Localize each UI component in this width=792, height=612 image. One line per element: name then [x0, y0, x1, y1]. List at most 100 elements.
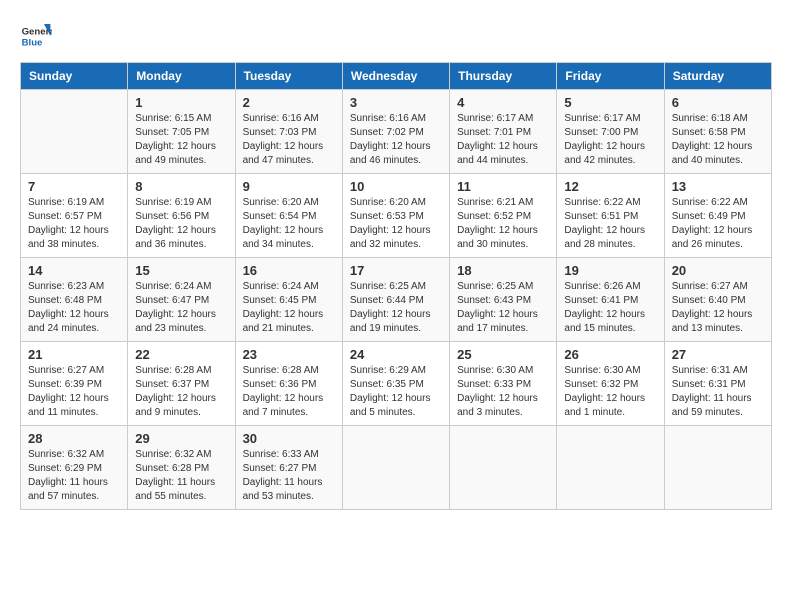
calendar-cell: 23 Sunrise: 6:28 AM Sunset: 6:36 PM Dayli… [235, 342, 342, 426]
calendar-cell: 21 Sunrise: 6:27 AM Sunset: 6:39 PM Dayli… [21, 342, 128, 426]
day-number: 12 [564, 179, 656, 194]
day-number: 9 [243, 179, 335, 194]
day-info: Sunrise: 6:21 AM Sunset: 6:52 PM Dayligh… [457, 196, 549, 252]
day-number: 8 [135, 179, 227, 194]
calendar-cell: 18 Sunrise: 6:25 AM Sunset: 6:43 PM Dayli… [450, 258, 557, 342]
calendar-week-row: 14Sunrise: 6:23 AM Sunset: 6:48 PM Dayli… [21, 258, 772, 342]
day-info: Sunrise: 6:32 AM Sunset: 6:29 PM Dayligh… [28, 448, 120, 504]
calendar-cell [342, 426, 449, 510]
day-number: 1 [135, 95, 227, 110]
day-number: 28 [28, 431, 120, 446]
calendar-cell: 14Sunrise: 6:23 AM Sunset: 6:48 PM Dayli… [21, 258, 128, 342]
calendar-cell: 28 Sunrise: 6:32 AM Sunset: 6:29 PM Dayli… [21, 426, 128, 510]
calendar-cell: 25 Sunrise: 6:30 AM Sunset: 6:33 PM Dayli… [450, 342, 557, 426]
calendar-week-row: 1 Sunrise: 6:15 AM Sunset: 7:05 PM Daylig… [21, 90, 772, 174]
day-info: Sunrise: 6:17 AM Sunset: 7:01 PM Dayligh… [457, 112, 549, 168]
calendar-cell: 1 Sunrise: 6:15 AM Sunset: 7:05 PM Daylig… [128, 90, 235, 174]
day-info: Sunrise: 6:24 AM Sunset: 6:45 PM Dayligh… [243, 280, 335, 336]
day-info: Sunrise: 6:30 AM Sunset: 6:32 PM Dayligh… [564, 364, 656, 420]
day-number: 18 [457, 263, 549, 278]
calendar-cell: 13 Sunrise: 6:22 AM Sunset: 6:49 PM Dayli… [664, 174, 771, 258]
day-info: Sunrise: 6:24 AM Sunset: 6:47 PM Dayligh… [135, 280, 227, 336]
day-number: 23 [243, 347, 335, 362]
day-info: Sunrise: 6:15 AM Sunset: 7:05 PM Dayligh… [135, 112, 227, 168]
logo-icon: General Blue [20, 20, 52, 52]
calendar-cell: 12 Sunrise: 6:22 AM Sunset: 6:51 PM Dayli… [557, 174, 664, 258]
day-number: 17 [350, 263, 442, 278]
calendar-week-row: 7Sunrise: 6:19 AM Sunset: 6:57 PM Daylig… [21, 174, 772, 258]
calendar-cell: 9 Sunrise: 6:20 AM Sunset: 6:54 PM Daylig… [235, 174, 342, 258]
header-day-saturday: Saturday [664, 63, 771, 90]
day-info: Sunrise: 6:20 AM Sunset: 6:54 PM Dayligh… [243, 196, 335, 252]
day-info: Sunrise: 6:22 AM Sunset: 6:49 PM Dayligh… [672, 196, 764, 252]
day-number: 5 [564, 95, 656, 110]
day-number: 6 [672, 95, 764, 110]
day-number: 4 [457, 95, 549, 110]
logo: General Blue [20, 20, 52, 52]
calendar-cell: 10 Sunrise: 6:20 AM Sunset: 6:53 PM Dayli… [342, 174, 449, 258]
day-info: Sunrise: 6:17 AM Sunset: 7:00 PM Dayligh… [564, 112, 656, 168]
day-info: Sunrise: 6:22 AM Sunset: 6:51 PM Dayligh… [564, 196, 656, 252]
day-number: 20 [672, 263, 764, 278]
day-info: Sunrise: 6:27 AM Sunset: 6:39 PM Dayligh… [28, 364, 120, 420]
calendar-cell: 11 Sunrise: 6:21 AM Sunset: 6:52 PM Dayli… [450, 174, 557, 258]
calendar-header-row: SundayMondayTuesdayWednesdayThursdayFrid… [21, 63, 772, 90]
day-number: 2 [243, 95, 335, 110]
header-day-monday: Monday [128, 63, 235, 90]
calendar-cell [21, 90, 128, 174]
day-info: Sunrise: 6:16 AM Sunset: 7:03 PM Dayligh… [243, 112, 335, 168]
calendar-cell: 22Sunrise: 6:28 AM Sunset: 6:37 PM Dayli… [128, 342, 235, 426]
svg-text:Blue: Blue [22, 38, 43, 49]
day-info: Sunrise: 6:32 AM Sunset: 6:28 PM Dayligh… [135, 448, 227, 504]
calendar-cell [557, 426, 664, 510]
day-number: 25 [457, 347, 549, 362]
day-info: Sunrise: 6:18 AM Sunset: 6:58 PM Dayligh… [672, 112, 764, 168]
day-info: Sunrise: 6:28 AM Sunset: 6:37 PM Dayligh… [135, 364, 227, 420]
day-info: Sunrise: 6:20 AM Sunset: 6:53 PM Dayligh… [350, 196, 442, 252]
calendar-cell: 30Sunrise: 6:33 AM Sunset: 6:27 PM Dayli… [235, 426, 342, 510]
calendar-cell: 4 Sunrise: 6:17 AM Sunset: 7:01 PM Daylig… [450, 90, 557, 174]
day-number: 29 [135, 431, 227, 446]
day-number: 3 [350, 95, 442, 110]
header-day-tuesday: Tuesday [235, 63, 342, 90]
day-info: Sunrise: 6:28 AM Sunset: 6:36 PM Dayligh… [243, 364, 335, 420]
header-day-thursday: Thursday [450, 63, 557, 90]
day-info: Sunrise: 6:23 AM Sunset: 6:48 PM Dayligh… [28, 280, 120, 336]
calendar-cell: 26 Sunrise: 6:30 AM Sunset: 6:32 PM Dayli… [557, 342, 664, 426]
day-number: 19 [564, 263, 656, 278]
calendar-week-row: 21 Sunrise: 6:27 AM Sunset: 6:39 PM Dayli… [21, 342, 772, 426]
calendar-cell: 5 Sunrise: 6:17 AM Sunset: 7:00 PM Daylig… [557, 90, 664, 174]
day-number: 11 [457, 179, 549, 194]
day-info: Sunrise: 6:27 AM Sunset: 6:40 PM Dayligh… [672, 280, 764, 336]
day-info: Sunrise: 6:31 AM Sunset: 6:31 PM Dayligh… [672, 364, 764, 420]
day-info: Sunrise: 6:25 AM Sunset: 6:43 PM Dayligh… [457, 280, 549, 336]
day-number: 13 [672, 179, 764, 194]
day-info: Sunrise: 6:33 AM Sunset: 6:27 PM Dayligh… [243, 448, 335, 504]
calendar-cell: 2 Sunrise: 6:16 AM Sunset: 7:03 PM Daylig… [235, 90, 342, 174]
day-info: Sunrise: 6:19 AM Sunset: 6:56 PM Dayligh… [135, 196, 227, 252]
calendar-cell: 8 Sunrise: 6:19 AM Sunset: 6:56 PM Daylig… [128, 174, 235, 258]
calendar-cell: 20 Sunrise: 6:27 AM Sunset: 6:40 PM Dayli… [664, 258, 771, 342]
day-number: 26 [564, 347, 656, 362]
calendar-cell [664, 426, 771, 510]
day-info: Sunrise: 6:30 AM Sunset: 6:33 PM Dayligh… [457, 364, 549, 420]
header-day-sunday: Sunday [21, 63, 128, 90]
day-number: 16 [243, 263, 335, 278]
calendar-cell: 7Sunrise: 6:19 AM Sunset: 6:57 PM Daylig… [21, 174, 128, 258]
day-info: Sunrise: 6:29 AM Sunset: 6:35 PM Dayligh… [350, 364, 442, 420]
calendar-table: SundayMondayTuesdayWednesdayThursdayFrid… [20, 62, 772, 510]
day-number: 21 [28, 347, 120, 362]
day-info: Sunrise: 6:26 AM Sunset: 6:41 PM Dayligh… [564, 280, 656, 336]
calendar-cell: 6 Sunrise: 6:18 AM Sunset: 6:58 PM Daylig… [664, 90, 771, 174]
page-header: General Blue [20, 20, 772, 52]
day-number: 10 [350, 179, 442, 194]
calendar-week-row: 28 Sunrise: 6:32 AM Sunset: 6:29 PM Dayli… [21, 426, 772, 510]
calendar-cell: 17 Sunrise: 6:25 AM Sunset: 6:44 PM Dayli… [342, 258, 449, 342]
calendar-cell: 16 Sunrise: 6:24 AM Sunset: 6:45 PM Dayli… [235, 258, 342, 342]
calendar-cell: 15Sunrise: 6:24 AM Sunset: 6:47 PM Dayli… [128, 258, 235, 342]
calendar-cell: 29 Sunrise: 6:32 AM Sunset: 6:28 PM Dayli… [128, 426, 235, 510]
day-number: 24 [350, 347, 442, 362]
header-day-friday: Friday [557, 63, 664, 90]
day-info: Sunrise: 6:25 AM Sunset: 6:44 PM Dayligh… [350, 280, 442, 336]
day-number: 27 [672, 347, 764, 362]
